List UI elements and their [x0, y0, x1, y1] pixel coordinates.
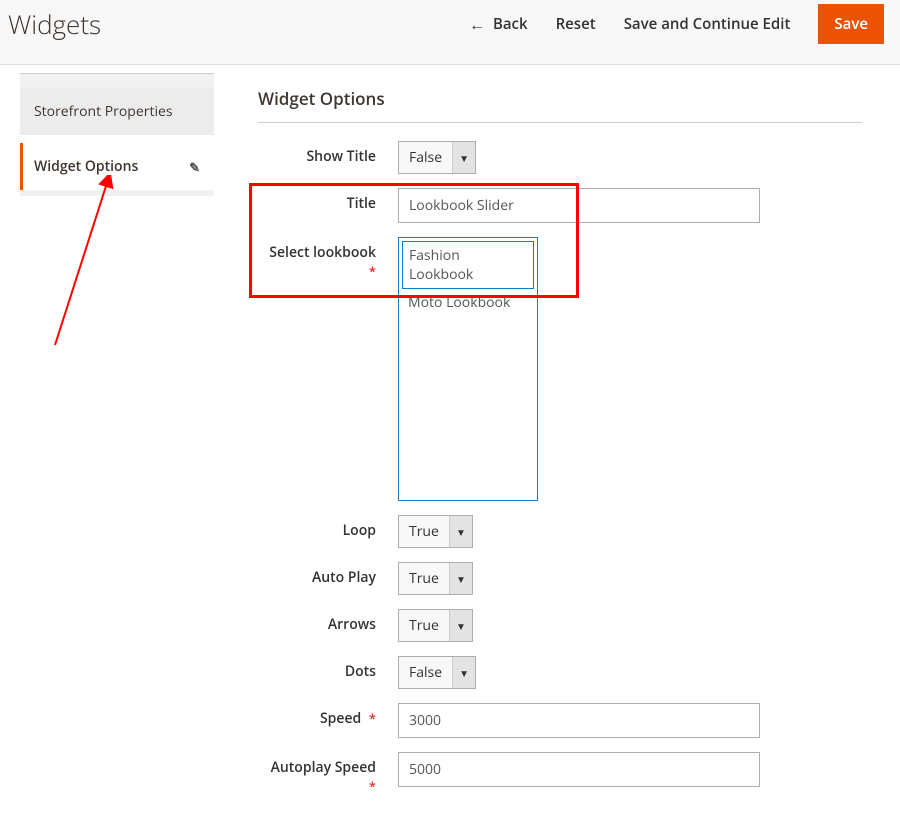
listbox-item[interactable]: Moto Lookbook: [402, 289, 534, 316]
save-button[interactable]: Save: [818, 4, 884, 44]
sidebar-item-label: Storefront Properties: [34, 102, 173, 121]
required-mark-icon: *: [369, 709, 376, 727]
field-label: Select lookbook *: [258, 237, 376, 281]
sidebar-item-widget-options[interactable]: Widget Options ✎: [20, 143, 214, 190]
field-dots: Dots False ▼: [258, 656, 862, 689]
autoplay-speed-input[interactable]: [398, 752, 760, 787]
select-value: False: [399, 142, 453, 173]
loop-select[interactable]: True ▼: [398, 515, 473, 548]
field-label: Title: [258, 188, 376, 213]
field-control: True ▼: [398, 562, 862, 595]
field-label: Loop: [258, 515, 376, 540]
listbox-item[interactable]: Fashion Lookbook: [402, 241, 534, 289]
field-loop: Loop True ▼: [258, 515, 862, 548]
field-label: Speed *: [258, 703, 376, 728]
header-actions: ← Back Reset Save and Continue Edit Save: [469, 4, 884, 44]
content: Widget Options Show Title False ▼ Title: [214, 73, 900, 830]
required-mark-icon: *: [369, 777, 376, 795]
field-select-lookbook: Select lookbook * Fashion Lookbook Moto …: [258, 237, 862, 501]
field-label: Auto Play: [258, 562, 376, 587]
select-value: True: [399, 610, 450, 641]
select-value: False: [399, 657, 453, 688]
chevron-down-icon: ▼: [450, 516, 472, 547]
chevron-down-icon: ▼: [453, 657, 475, 688]
lookbook-listbox[interactable]: Fashion Lookbook Moto Lookbook: [398, 237, 538, 501]
arrows-select[interactable]: True ▼: [398, 609, 473, 642]
sidebar-header: WIDGET: [20, 74, 214, 88]
sidebar-item-label: Widget Options: [34, 157, 138, 176]
section-title: Widget Options: [258, 73, 862, 123]
field-control: [398, 703, 862, 738]
dots-select[interactable]: False ▼: [398, 656, 476, 689]
select-value: True: [399, 563, 450, 594]
sidebar-gap: [20, 135, 214, 143]
sidebar-item-storefront-properties[interactable]: Storefront Properties: [20, 88, 214, 135]
save-continue-button[interactable]: Save and Continue Edit: [624, 14, 791, 34]
field-control: True ▼: [398, 609, 862, 642]
page-title: Widgets: [8, 6, 101, 42]
arrow-left-icon: ←: [469, 13, 485, 35]
field-autoplay-speed: Autoplay Speed *: [258, 752, 862, 796]
field-control: [398, 752, 862, 787]
field-title: Title: [258, 188, 862, 223]
back-button-label: Back: [493, 14, 528, 34]
field-label: Show Title: [258, 141, 376, 166]
field-control: [398, 188, 862, 223]
field-label: Arrows: [258, 609, 376, 634]
chevron-down-icon: ▼: [450, 563, 472, 594]
speed-input[interactable]: [398, 703, 760, 738]
field-label: Autoplay Speed *: [258, 752, 376, 796]
page-header: Widgets ← Back Reset Save and Continue E…: [0, 0, 900, 65]
sidebar: WIDGET Storefront Properties Widget Opti…: [0, 73, 214, 830]
required-mark-icon: *: [369, 262, 376, 280]
field-arrows: Arrows True ▼: [258, 609, 862, 642]
field-control: False ▼: [398, 141, 862, 174]
field-control: False ▼: [398, 656, 862, 689]
pencil-icon: ✎: [189, 158, 200, 176]
field-control: True ▼: [398, 515, 862, 548]
main-layout: WIDGET Storefront Properties Widget Opti…: [0, 65, 900, 830]
field-speed: Speed *: [258, 703, 862, 738]
chevron-down-icon: ▼: [450, 610, 472, 641]
back-button[interactable]: ← Back: [469, 13, 528, 35]
field-auto-play: Auto Play True ▼: [258, 562, 862, 595]
field-show-title: Show Title False ▼: [258, 141, 862, 174]
show-title-select[interactable]: False ▼: [398, 141, 476, 174]
field-control: Fashion Lookbook Moto Lookbook: [398, 237, 862, 501]
sidebar-bottom-gap: [20, 190, 214, 196]
select-value: True: [399, 516, 450, 547]
reset-button[interactable]: Reset: [556, 14, 596, 34]
field-label: Dots: [258, 656, 376, 681]
auto-play-select[interactable]: True ▼: [398, 562, 473, 595]
sidebar-accordion: WIDGET Storefront Properties Widget Opti…: [20, 73, 214, 196]
title-input[interactable]: [398, 188, 760, 223]
chevron-down-icon: ▼: [453, 142, 475, 173]
